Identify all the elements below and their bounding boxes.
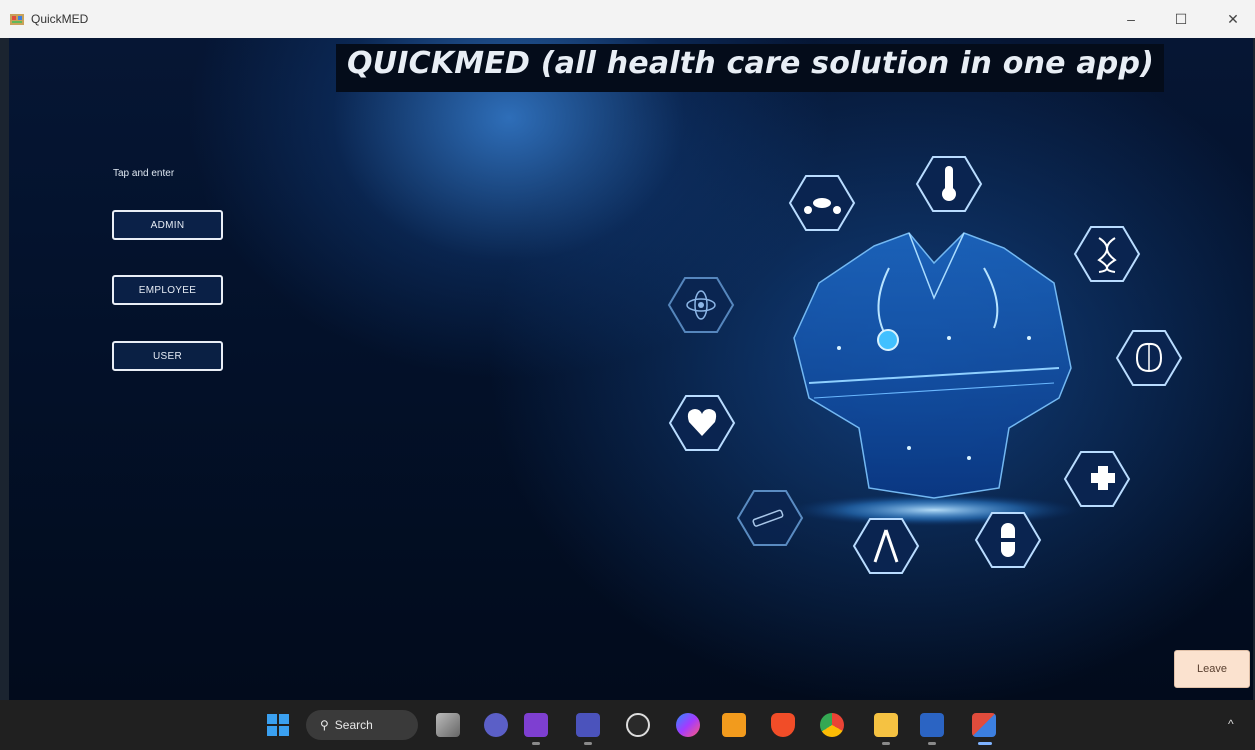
maximize-button[interactable]: ☐ — [1166, 6, 1196, 32]
admin-button[interactable]: ADMIN — [112, 210, 223, 240]
tray-chevron-icon[interactable]: ^ — [1228, 717, 1234, 731]
syringe-icon — [736, 490, 804, 546]
thermometer-icon — [915, 156, 983, 212]
glow-platform — [789, 494, 1079, 526]
medical-cross-icon — [1063, 451, 1131, 507]
tweezers-icon — [852, 518, 920, 574]
user-button-label: USER — [153, 350, 182, 362]
doctor-figure — [793, 232, 1072, 499]
employee-button-label: EMPLOYEE — [138, 284, 197, 296]
teams-icon[interactable] — [576, 713, 600, 737]
visual-studio-icon[interactable] — [524, 713, 548, 737]
pills-icon — [788, 175, 856, 231]
task-view-icon[interactable] — [436, 713, 460, 737]
chat-icon[interactable] — [484, 713, 508, 737]
start-icon[interactable] — [266, 713, 290, 737]
taskbar-search[interactable]: ⚲ Search — [306, 710, 418, 740]
search-icon: ⚲ — [320, 718, 329, 732]
app-icon — [10, 14, 24, 25]
file-explorer-icon[interactable] — [874, 713, 898, 737]
quickmed-taskbar-icon[interactable] — [972, 713, 996, 737]
brave-icon[interactable] — [771, 713, 795, 737]
word-icon[interactable] — [920, 713, 944, 737]
window-title: QuickMED — [31, 12, 89, 26]
atom-icon — [667, 277, 735, 333]
messenger-icon[interactable] — [676, 713, 700, 737]
brain-icon — [1115, 330, 1183, 386]
main-panel: QUICKMED (all health care solution in on… — [9, 38, 1253, 700]
user-button[interactable]: USER — [112, 341, 223, 371]
minimize-button[interactable]: – — [1116, 6, 1146, 32]
visual-studio-active-indicator — [532, 742, 540, 745]
file-explorer-active-indicator — [882, 742, 890, 745]
quickmed-active-indicator — [978, 742, 992, 745]
heart-icon — [668, 395, 736, 451]
employee-button[interactable]: EMPLOYEE — [112, 275, 223, 305]
tap-and-enter-label: Tap and enter — [113, 168, 175, 179]
search-label: Search — [334, 718, 373, 732]
dna-icon — [1073, 226, 1141, 282]
word-active-indicator — [928, 742, 936, 745]
teams-active-indicator — [584, 742, 592, 745]
close-button[interactable]: ✕ — [1218, 6, 1248, 32]
leave-button[interactable]: Leave — [1174, 650, 1250, 688]
leave-button-label: Leave — [1197, 663, 1227, 675]
chrome-icon[interactable] — [820, 713, 844, 737]
window-title-bar: QuickMED – ☐ ✕ — [0, 0, 1255, 38]
admin-button-label: ADMIN — [150, 219, 185, 231]
github-desktop-icon[interactable] — [626, 713, 650, 737]
sublime-icon[interactable] — [722, 713, 746, 737]
app-heading: QUICKMED (all health care solution in on… — [347, 46, 1155, 81]
taskbar: ⚲ Search ^ — [0, 700, 1255, 750]
